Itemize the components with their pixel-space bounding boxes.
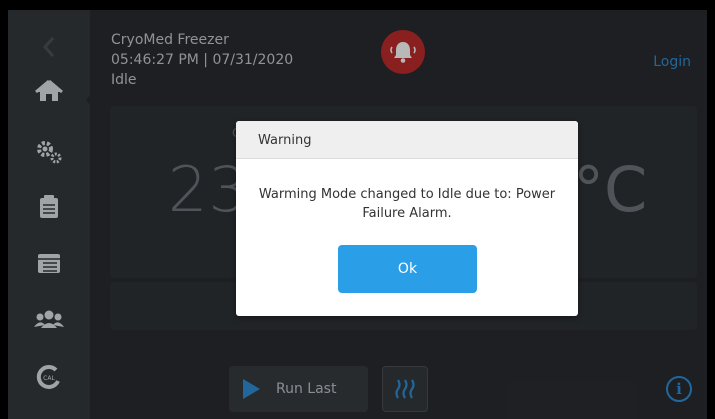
ok-button[interactable]: Ok [338,245,477,293]
dialog-message: Warming Mode changed to Idle due to: Pow… [258,187,556,221]
warning-dialog: Warning Warming Mode changed to Idle due… [236,121,578,316]
dialog-title: Warning [236,121,578,159]
